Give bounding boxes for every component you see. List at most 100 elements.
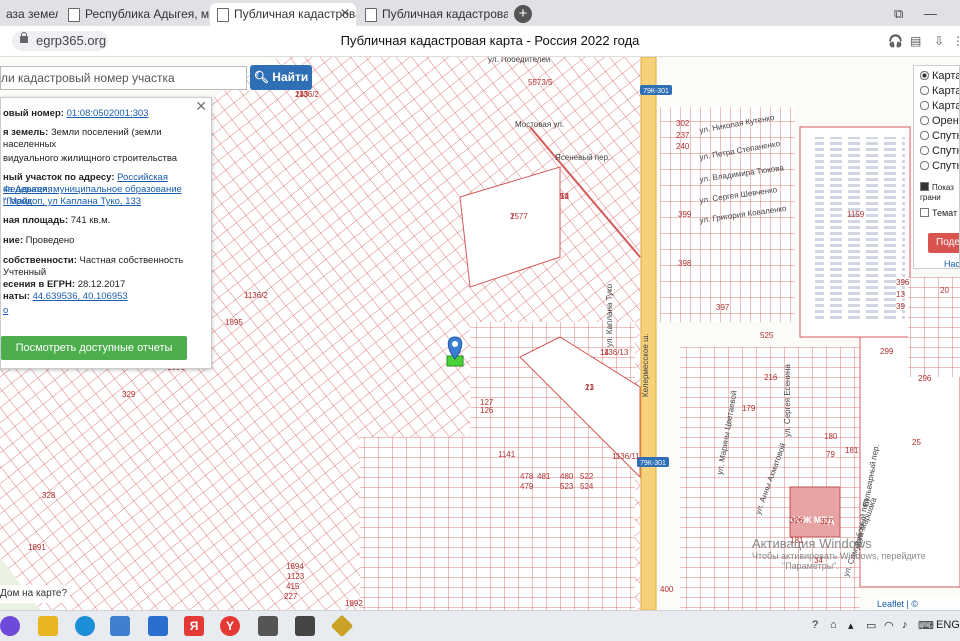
parcel-label: 522 [580,472,594,481]
parcel-label: 1136/2 [244,291,268,300]
address-link-3[interactable]: г Майкоп, ул Каплана Туко, 133 [3,196,141,207]
cad-number-link[interactable]: 01:08:0502001:303 [67,108,149,119]
help-icon[interactable]: ? [812,619,818,631]
parcel-label: 480 [560,472,574,481]
layer-label: Орент [932,115,959,127]
parcel-label: 302 [676,119,690,128]
parcel-label: 1136/11 [612,452,640,461]
radio-icon [920,116,929,125]
parcel-label: 478 [520,472,534,481]
mail-icon[interactable] [148,616,168,636]
tab-menu-icon[interactable]: ⧉ [894,6,903,22]
parcel-label: 299 [880,347,894,356]
menu-icon[interactable]: ⋮ [952,34,960,48]
coords-link[interactable]: 44.639536, 40.106953 [33,291,128,302]
tab-label: аза земель [6,7,58,21]
borders-checkbox[interactable]: Показ грани [920,182,959,203]
layer-option[interactable]: Карта [920,70,960,82]
building-block [815,137,905,322]
area-label: ная площадь: [3,215,69,226]
headphones-icon[interactable]: 🎧 [888,34,903,48]
thematic-checkbox[interactable]: Темат [920,208,957,218]
layer-option[interactable]: Карта [920,100,959,112]
area-value: 741 кв.м. [70,215,111,226]
parcel-label: 525 [760,331,774,340]
svg-text:79К-301: 79К-301 [643,88,669,95]
minimize-icon[interactable]: — [924,6,937,21]
tab-1[interactable]: аза земель [0,3,58,26]
parcel-label: 180 [824,432,838,441]
parcel-label: 1891 [28,543,46,552]
house-on-map-link[interactable]: Дом на карте? [0,585,70,603]
parcel-group-ne [908,277,960,377]
lock-icon [20,32,28,43]
layer-option[interactable]: Орент [920,115,959,127]
tab-label: Публичная кадастровая к [382,7,508,21]
network-icon[interactable]: ⌂ [830,619,837,631]
address-label: ный участок по адресу: [3,172,115,183]
find-button[interactable]: 🔍︎ Найти [250,65,312,90]
yandex-browser-icon[interactable]: Y [220,616,240,636]
map-attribution[interactable]: Leaflet | © Публичная [874,598,960,610]
wifi-icon[interactable]: ◠ [884,619,894,632]
cortana-icon[interactable] [0,616,20,636]
parcel-label: 39 [896,302,905,311]
language-indicator[interactable]: ENG [936,619,960,631]
edge-icon[interactable] [75,616,95,636]
address-bar: egrp365.org Публичная кадастровая карта … [0,26,960,57]
thematic-label: Темат [932,208,958,218]
layer-option[interactable]: Карта [920,85,959,97]
tab-strip: аза земель Республика Адыгея, муни Публи… [0,0,960,26]
new-tab-button[interactable]: + [514,5,532,23]
egrn-date-label: есения в ЕГРН: [3,279,76,290]
settings-link[interactable]: Нас [944,259,959,268]
tab-3-active[interactable]: Публичная кадастрова ✕ [210,3,356,26]
parcel-label: 479 [520,482,534,491]
cadastral-search-input[interactable]: ли кадастровый номер участка [0,66,247,90]
radio-icon [920,71,929,80]
more-link[interactable]: о [3,305,8,316]
parcel-label: 481 [537,472,551,481]
tab-label: Республика Адыгея, муни [85,7,209,21]
layer-option[interactable]: Спутн [920,130,959,142]
close-icon[interactable]: ✕ [340,6,350,20]
layer-option[interactable]: Спутн [920,160,959,172]
keyboard-icon[interactable]: ⌨ [918,619,934,632]
parcel-label: 329 [122,390,136,399]
game3-icon[interactable] [330,614,354,638]
game1-icon[interactable] [258,616,278,636]
street-label: Мостовая ул. [515,120,564,129]
layer-label: Карта [932,70,960,82]
street-label: ул. Сергея Есенина [783,364,792,437]
land-category-label: я земель: [3,127,49,138]
activation-text-2: "Параметры". [782,561,839,571]
reader-icon[interactable]: ▤ [910,34,921,48]
street-label: Ясеневый пер. [555,153,610,162]
land-use-value: видуального жилищного строительства [3,153,178,164]
url-field[interactable]: egrp365.org [12,31,108,51]
parcel-label: 227 [284,592,298,601]
game2-icon[interactable] [295,616,315,636]
tray-icon[interactable]: ▴ [848,619,854,632]
cadastral-map[interactable]: 79К-301 79К-301 СОЖ МВД 1136/2 1577 54 1136… [0,57,960,610]
downloads-icon[interactable]: ⇩ [934,34,944,48]
parcel-label: 179 [742,404,756,413]
parcel-label: 398 [678,259,692,268]
explorer-icon[interactable] [38,616,58,636]
share-button[interactable]: Подел [928,233,959,253]
page-title: Публичная кадастровая карта - Россия 202… [340,33,640,48]
yandex-icon[interactable]: Я [184,616,204,636]
volume-icon[interactable]: ♪ [902,619,908,631]
layer-option[interactable]: Спутн [920,145,959,157]
view-reports-button[interactable]: Посмотреть доступные отчеты [1,336,187,360]
parcel-label: 397 [716,303,730,312]
tab-2[interactable]: Республика Адыгея, муни [61,3,209,26]
url-text: egrp365.org [36,33,107,48]
tab-4[interactable]: Публичная кадастровая к [358,3,508,26]
parcel-label: 1123 [287,572,305,581]
battery-icon[interactable]: ▭ [866,619,876,632]
parcel-label: 240 [676,142,690,151]
store-icon[interactable] [110,616,130,636]
parcel-label: 400 [660,585,674,594]
parcel-label: 327 [820,517,834,526]
